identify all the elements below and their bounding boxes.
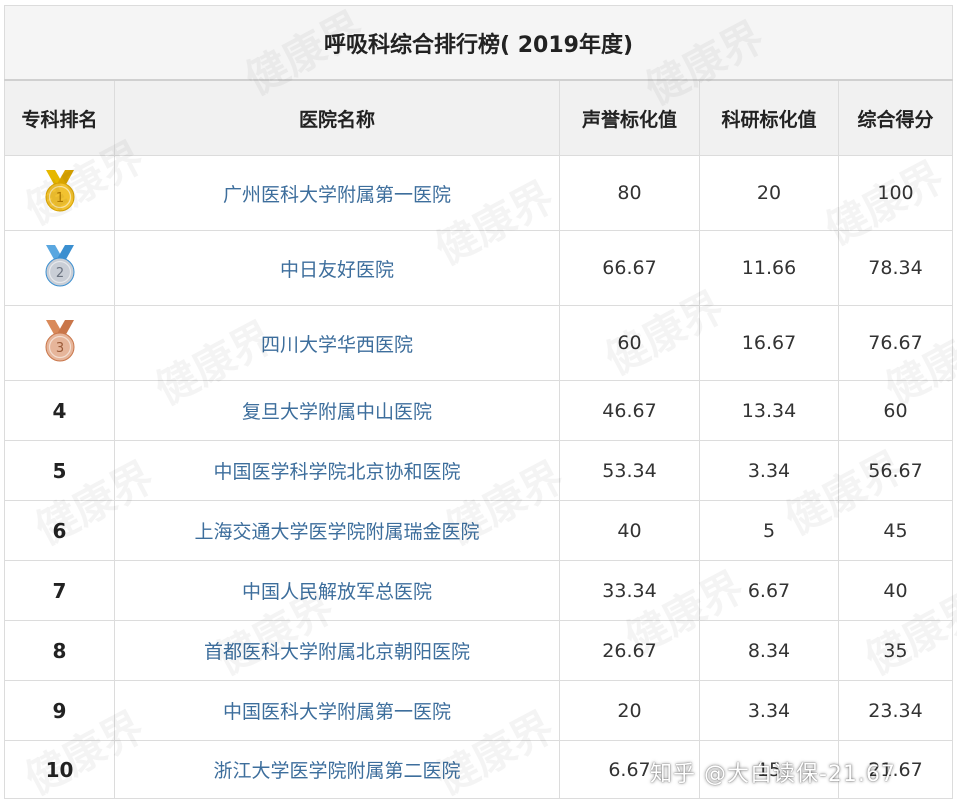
rank-cell: 6 [4,500,115,561]
total-score-cell: 100 [838,155,953,231]
reputation-score-cell: 60 [559,305,700,381]
table-row: 1 广州医科大学附属第一医院 80 20 100 [4,155,953,231]
hospital-name-cell: 首都医科大学附属北京朝阳医院 [114,620,560,681]
reputation-score-cell: 53.34 [559,440,700,501]
research-score-cell: 3.34 [699,680,839,741]
hospital-name-cell: 浙江大学医学院附属第二医院 [114,740,560,799]
header-total-score: 综合得分 [838,79,953,156]
table-row: 5 中国医学科学院北京协和医院 53.34 3.34 56.67 [4,440,953,501]
rank-cell: 9 [4,680,115,741]
total-score-cell: 78.34 [838,230,953,306]
rank-number: 6 [52,518,67,543]
rank-number: 8 [52,638,67,663]
total-score-cell: 56.67 [838,440,953,501]
table-row: 9 中国医科大学附属第一医院 20 3.34 23.34 [4,680,953,741]
research-score-cell: 11.66 [699,230,839,306]
reputation-score-cell: 40 [559,500,700,561]
header-reputation-score: 声誉标化值 [559,79,700,156]
rank-cell: 10 [4,740,115,799]
header-hospital-name: 医院名称 [114,79,560,156]
ranking-table: 呼吸科综合排行榜( 2019年度) 专科排名 医院名称 声誉标化值 科研标化值 … [4,5,953,799]
header-rank: 专科排名 [4,79,115,156]
rank-cell: 5 [4,440,115,501]
table-title: 呼吸科综合排行榜( 2019年度) [4,5,953,81]
rank-cell: 8 [4,620,115,681]
table-row: 6 上海交通大学医学院附属瑞金医院 40 5 45 [4,500,953,561]
rank-number: 4 [52,398,67,423]
table-row: 2 中日友好医院 66.67 11.66 78.34 [4,230,953,306]
medal-rank-number: 1 [55,191,63,206]
rank-cell: 7 [4,560,115,621]
silver-medal-icon: 2 [37,243,83,289]
reputation-score-cell: 33.34 [559,560,700,621]
total-score-cell: 45 [838,500,953,561]
research-score-cell: 3.34 [699,440,839,501]
rank-number: 5 [52,458,67,483]
research-score-cell: 5 [699,500,839,561]
research-score-cell: 16.67 [699,305,839,381]
total-score-cell: 35 [838,620,953,681]
rank-number: 9 [52,698,67,723]
reputation-score-cell: 46.67 [559,380,700,441]
total-score-cell: 23.34 [838,680,953,741]
hospital-name-cell: 中日友好医院 [114,230,560,306]
total-score-cell: 76.67 [838,305,953,381]
hospital-name-cell: 上海交通大学医学院附属瑞金医院 [114,500,560,561]
rank-cell: 2 [4,230,115,306]
rank-number: 10 [45,757,74,782]
gold-medal-icon: 1 [37,168,83,214]
medal-rank-number: 3 [55,341,63,356]
reputation-score-cell: 66.67 [559,230,700,306]
footer-watermark: 知乎 @大白读保-21.67 [650,762,896,787]
table-row: 7 中国人民解放军总医院 33.34 6.67 40 [4,560,953,621]
research-score-cell: 8.34 [699,620,839,681]
rank-cell: 1 [4,155,115,231]
hospital-name-cell: 中国医学科学院北京协和医院 [114,440,560,501]
reputation-score-cell: 80 [559,155,700,231]
medal-rank-number: 2 [55,266,63,281]
rank-cell: 4 [4,380,115,441]
total-score-cell: 60 [838,380,953,441]
total-score-cell: 40 [838,560,953,621]
rank-cell: 3 [4,305,115,381]
reputation-score-cell: 20 [559,680,700,741]
hospital-name-cell: 广州医科大学附属第一医院 [114,155,560,231]
research-score-cell: 6.67 [699,560,839,621]
table-row: 4 复旦大学附属中山医院 46.67 13.34 60 [4,380,953,441]
research-score-cell: 20 [699,155,839,231]
table-row: 8 首都医科大学附属北京朝阳医院 26.67 8.34 35 [4,620,953,681]
research-score-cell: 13.34 [699,380,839,441]
bronze-medal-icon: 3 [37,318,83,364]
rank-number: 7 [52,578,67,603]
hospital-name-cell: 四川大学华西医院 [114,305,560,381]
hospital-name-cell: 复旦大学附属中山医院 [114,380,560,441]
reputation-score-cell: 26.67 [559,620,700,681]
hospital-name-cell: 中国人民解放军总医院 [114,560,560,621]
table-row: 3 四川大学华西医院 60 16.67 76.67 [4,305,953,381]
header-research-score: 科研标化值 [699,79,839,156]
hospital-name-cell: 中国医科大学附属第一医院 [114,680,560,741]
ranking-table-container: 呼吸科综合排行榜( 2019年度) 专科排名 医院名称 声誉标化值 科研标化值 … [4,5,953,799]
table-header-row: 专科排名 医院名称 声誉标化值 科研标化值 综合得分 [4,79,953,156]
